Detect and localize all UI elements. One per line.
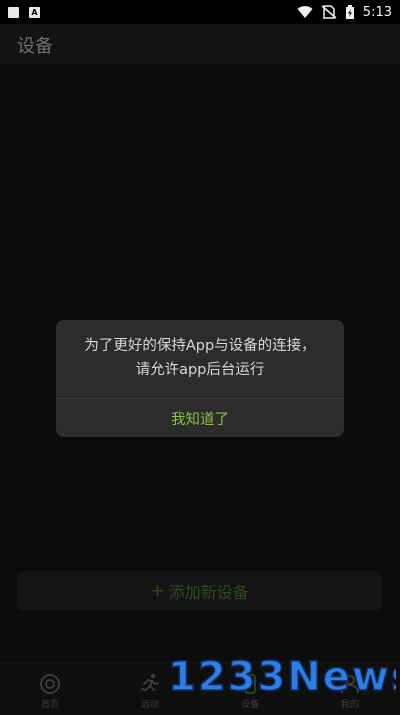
font-a-icon: A [29, 6, 40, 18]
battery-icon [345, 5, 354, 19]
running-icon [141, 673, 159, 691]
home-target-icon [40, 674, 60, 694]
plus-icon: + [150, 581, 165, 601]
no-sim-icon [321, 5, 337, 19]
watermark-text: 1233News [168, 654, 396, 700]
page-title: 设备 [17, 36, 53, 57]
wifi-icon [297, 6, 313, 19]
app-screen: A 5:13 设备 + 添加新设备 首页 运动 设备 我的 1233News 为… [0, 0, 400, 715]
nav-label-home: 首页 [40, 700, 59, 710]
app-header: 设备 [0, 24, 400, 64]
watermark-logo: 1233News [168, 653, 396, 701]
got-it-button[interactable]: 我知道了 [56, 399, 344, 437]
dialog-message-line-1: 为了更好的保持App与设备的连接， [84, 338, 316, 354]
notification-square-icon [8, 6, 19, 18]
status-bar-left: A [8, 6, 40, 18]
add-device-button[interactable]: + 添加新设备 [17, 571, 382, 611]
dialog-message-line-2: 请允许app后台运行 [135, 362, 265, 378]
status-bar-right: 5:13 [297, 5, 392, 20]
add-device-label: 添加新设备 [168, 583, 249, 602]
nav-label-sports: 运动 [140, 700, 159, 710]
dialog-message: 为了更好的保持App与设备的连接， 请允许app后台运行 [56, 334, 344, 382]
nav-item-home[interactable]: 首页 [0, 663, 100, 715]
background-run-dialog: 为了更好的保持App与设备的连接， 请允许app后台运行 我知道了 [56, 320, 344, 437]
status-time: 5:13 [362, 4, 392, 20]
status-bar: A 5:13 [0, 0, 400, 24]
